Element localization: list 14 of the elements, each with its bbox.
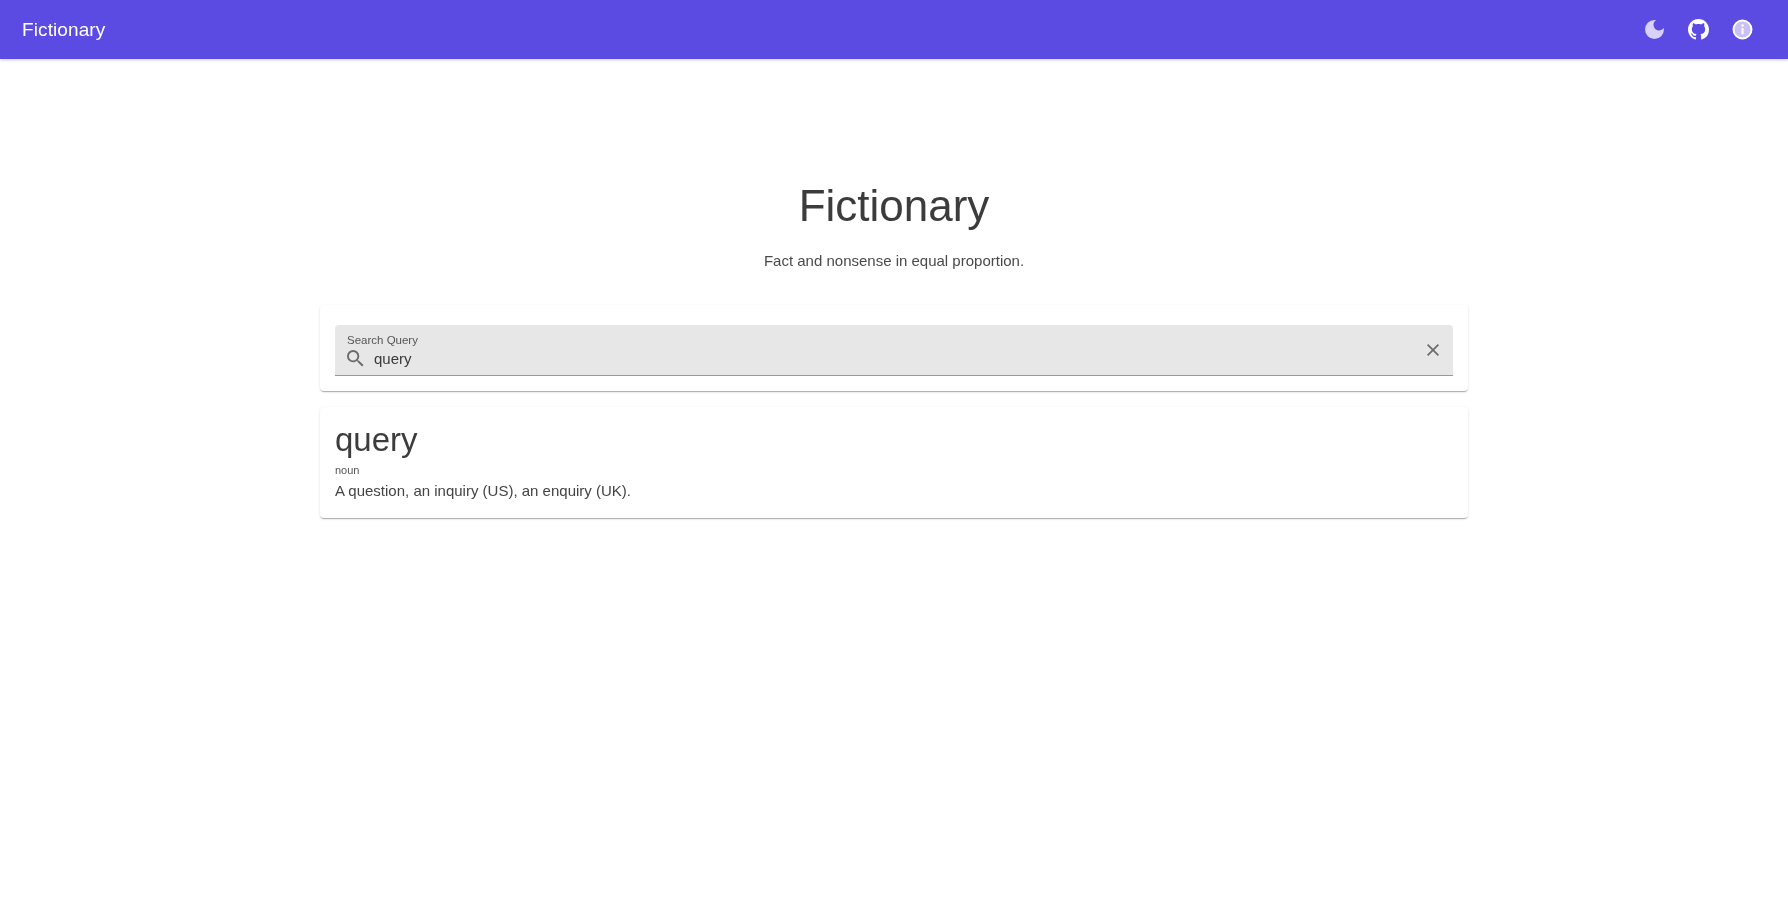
page-heading: Fictionary — [798, 180, 990, 232]
search-field[interactable]: Search Query query — [335, 325, 1453, 376]
search-input[interactable]: query — [374, 348, 1421, 368]
close-icon — [1427, 344, 1439, 356]
entry-word: query — [335, 420, 419, 460]
field-label: Search Query — [347, 333, 418, 347]
app-title: Fictionary — [22, 18, 106, 41]
info-icon — [1731, 19, 1753, 40]
search-icon — [347, 349, 364, 367]
cat-logo-icon — [1687, 19, 1709, 40]
tagline: Fact and nonsense in equal proportion. — [763, 251, 1025, 271]
moon-icon — [1643, 19, 1665, 40]
part-of-speech: noun — [335, 463, 361, 477]
definition-text: A question, an inquiry (US), an enquiry (UK). — [335, 481, 632, 501]
